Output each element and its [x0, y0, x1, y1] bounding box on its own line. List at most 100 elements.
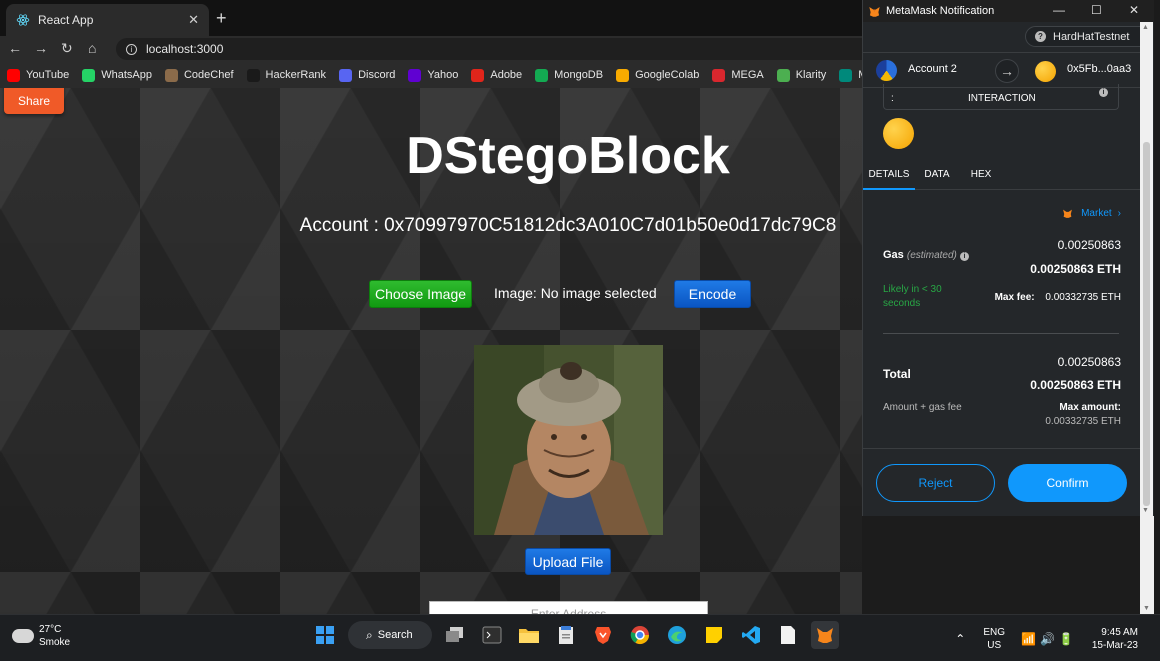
minimize-icon[interactable]: —	[1053, 3, 1065, 17]
adobe-icon	[471, 68, 485, 82]
metamask-taskbar-icon[interactable]	[811, 621, 839, 649]
metamask-titlebar: MetaMask Notification — ☐ ✕	[863, 0, 1154, 22]
bookmark-item[interactable]: HackerRank	[246, 68, 327, 82]
url-field[interactable]: i localhost:3000	[116, 38, 876, 60]
home-icon[interactable]: ⌂	[88, 40, 96, 56]
bookmark-item[interactable]: YouTube	[7, 68, 69, 82]
confirm-button[interactable]: Confirm	[1008, 464, 1127, 502]
maximize-icon[interactable]: ☐	[1091, 3, 1102, 17]
site-info-icon[interactable]: i	[126, 43, 137, 55]
to-account-address[interactable]: 0x5Fb...0aa3	[1067, 63, 1131, 75]
encode-button[interactable]: Encode	[674, 280, 751, 308]
whatsapp-icon	[82, 68, 96, 82]
choose-image-button[interactable]: Choose Image	[369, 280, 472, 308]
taskbar-apps: ⌕ Search	[311, 621, 848, 649]
file-explorer-icon[interactable]	[515, 621, 543, 649]
search-label: Search	[377, 629, 413, 641]
notepad-app-icon[interactable]	[552, 621, 580, 649]
amount-gas-label: Amount + gas fee	[883, 402, 962, 413]
tab-data[interactable]: DATA	[915, 164, 959, 190]
bookmark-item[interactable]: MEGA	[712, 68, 764, 82]
account-address: Account : 0x70997970C51812dc3A010C7d01b5…	[299, 215, 837, 236]
codechef-icon	[164, 68, 178, 82]
page-scrollbar[interactable]: ▼	[1140, 516, 1154, 614]
browser-tab-bar: React App ✕ +	[0, 0, 862, 36]
temperature: 27°C	[39, 624, 62, 635]
max-amount-value: 0.00332735 ETH	[1045, 416, 1121, 427]
bookmark-label: MongoDB	[554, 69, 604, 81]
bookmark-label: HackerRank	[265, 69, 327, 81]
bookmark-label: WhatsApp	[101, 69, 152, 81]
network-help-icon: ?	[1035, 31, 1046, 42]
bookmark-item[interactable]: Yahoo	[408, 68, 459, 82]
market-link[interactable]: Market ›	[1062, 208, 1121, 219]
market-label: Market	[1081, 208, 1112, 219]
divider	[883, 333, 1119, 334]
bookmark-label: Klarity	[795, 69, 827, 81]
metamask-window: MetaMask Notification — ☐ ✕ ? HardHatTes…	[862, 0, 1154, 516]
bookmark-item[interactable]: Mee	[839, 68, 862, 82]
tab-details[interactable]: DETAILS	[863, 164, 915, 190]
gas-estimated-label: (estimated)	[906, 250, 957, 261]
metamask-scrollbar[interactable]: ▲ ▼	[1140, 22, 1153, 516]
language-indicator[interactable]: ENG US	[983, 626, 1005, 652]
bookmark-item[interactable]: GoogleColab	[616, 68, 699, 82]
tab-title: React App	[38, 13, 94, 27]
bookmark-item[interactable]: Klarity	[776, 68, 827, 82]
metamask-title: MetaMask Notification	[886, 5, 995, 17]
bookmark-item[interactable]: CodeChef	[164, 68, 234, 82]
edge-icon[interactable]	[663, 621, 691, 649]
close-tab-icon[interactable]: ✕	[188, 12, 199, 28]
interaction-colon: :	[891, 93, 894, 104]
windows-start-icon[interactable]	[311, 621, 339, 649]
back-icon[interactable]: ←	[8, 40, 22, 56]
bookmark-item[interactable]: MongoDB	[535, 68, 604, 82]
max-fee-value: 0.00332735 ETH	[1045, 292, 1121, 303]
brave-icon[interactable]	[589, 621, 617, 649]
yahoo-icon	[408, 68, 422, 82]
contract-avatar	[883, 118, 914, 149]
info-icon[interactable]: i	[1099, 88, 1108, 97]
clock[interactable]: 9:45 AM 15-Mar-23	[1092, 626, 1138, 652]
task-view-icon[interactable]	[441, 621, 469, 649]
terminal-icon[interactable]	[478, 621, 506, 649]
gas-info-icon[interactable]: i	[959, 252, 969, 261]
network-selector[interactable]: ? HardHatTestnet	[1025, 26, 1153, 47]
close-window-icon[interactable]: ✕	[1129, 3, 1139, 17]
gas-label-row: Gas (estimated) i	[883, 249, 969, 261]
mega-icon	[712, 68, 726, 82]
browser-tab[interactable]: React App ✕	[6, 4, 209, 36]
discord-icon	[339, 68, 353, 82]
system-tray: ⌃ ENG US 📶🔊🔋 9:45 AM 15-Mar-23	[955, 615, 1160, 661]
vscode-icon[interactable]	[737, 621, 765, 649]
bookmark-item[interactable]: Adobe	[471, 68, 522, 82]
bookmark-label: Discord	[358, 69, 396, 81]
sticky-notes-icon[interactable]	[700, 621, 728, 649]
reject-button[interactable]: Reject	[876, 464, 995, 502]
address-input[interactable]: Enter Address	[429, 601, 708, 614]
wifi-volume-battery-icons[interactable]: 📶🔊🔋	[1021, 632, 1078, 646]
share-button[interactable]: Share	[4, 88, 64, 114]
forward-icon[interactable]: →	[34, 40, 48, 56]
bookmark-item[interactable]: WhatsApp	[82, 68, 152, 82]
chevron-up-icon[interactable]: ⌃	[955, 632, 965, 646]
bookmark-item[interactable]: Discord	[339, 68, 396, 82]
chrome-icon[interactable]	[626, 621, 654, 649]
image-status-text: Image: No image selected	[494, 285, 657, 301]
taskbar-search[interactable]: ⌕ Search	[348, 621, 432, 649]
klarity-icon	[776, 68, 790, 82]
upload-file-button[interactable]: Upload File	[525, 548, 611, 575]
tab-hex[interactable]: HEX	[959, 164, 1003, 190]
total-value: 0.00250863	[1057, 355, 1121, 369]
document-icon[interactable]	[774, 621, 802, 649]
bookmark-label: CodeChef	[183, 69, 234, 81]
cloud-icon	[12, 624, 34, 643]
from-account-name[interactable]: Account 2	[908, 63, 957, 75]
scrollbar-thumb[interactable]	[1143, 142, 1150, 506]
metamask-footer: Reject Confirm	[863, 448, 1143, 516]
chevron-right-icon: ›	[1117, 208, 1121, 219]
weather-widget[interactable]: 27°C Smoke	[12, 623, 70, 649]
reload-icon[interactable]: ↻	[61, 40, 73, 57]
new-tab-icon[interactable]: +	[216, 8, 227, 28]
bookmark-label: Yahoo	[427, 69, 459, 81]
